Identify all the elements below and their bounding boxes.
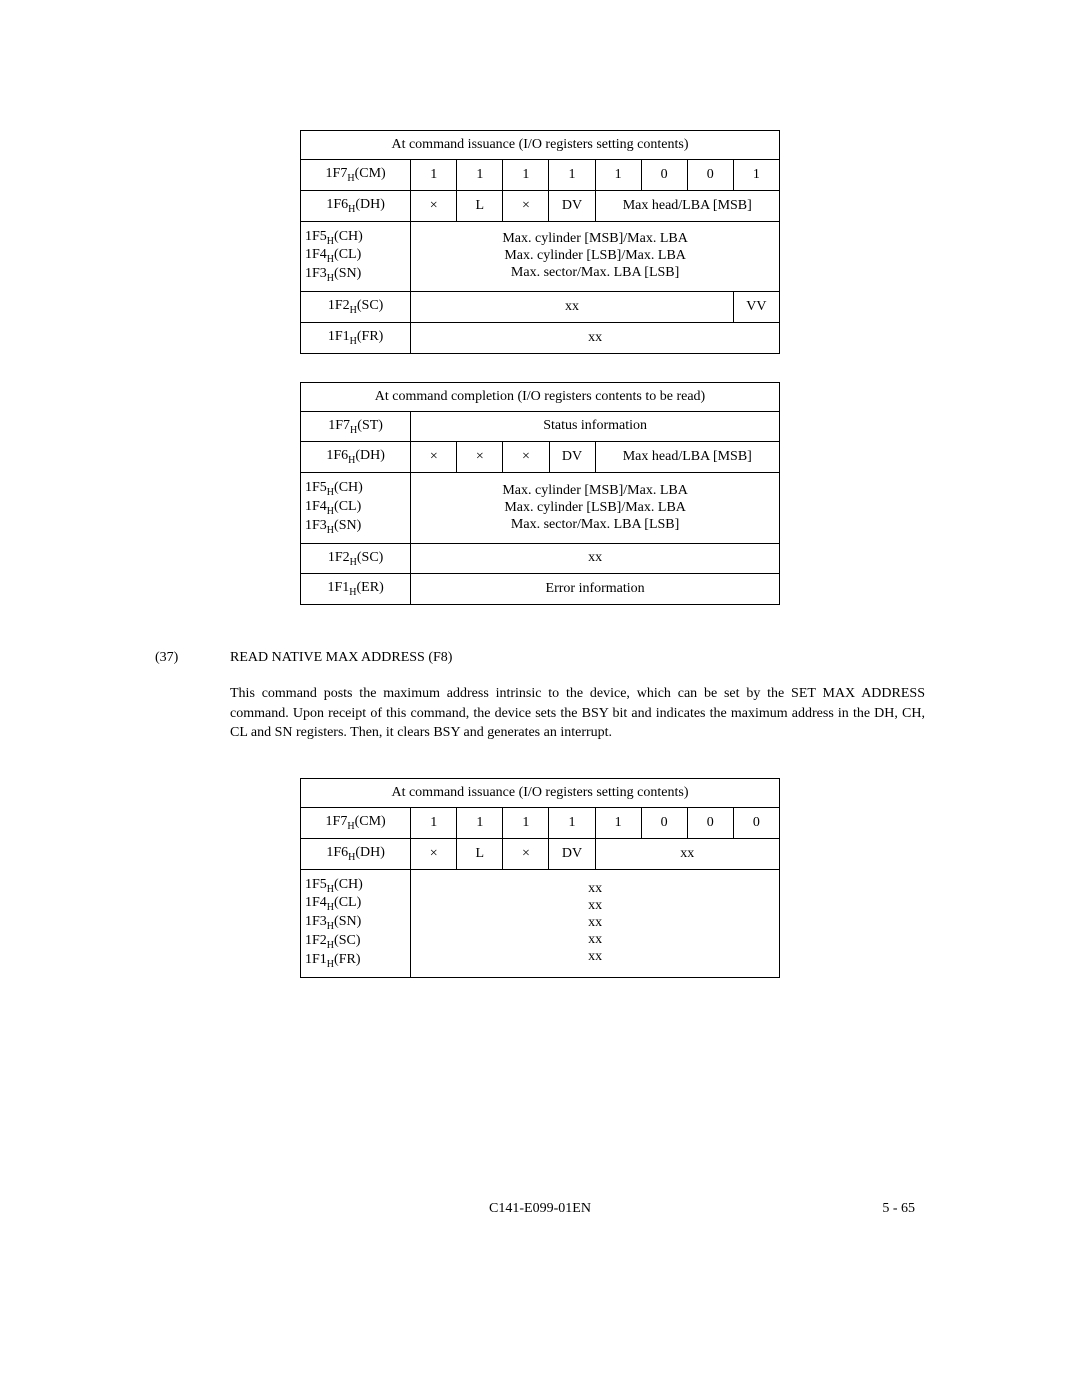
- t2-r1-v: Status information: [411, 411, 780, 442]
- t1-r5-label: 1F1H(FR): [301, 322, 411, 353]
- t1-r1-b2: 0: [641, 160, 687, 191]
- t3-r1-b7: 1: [411, 807, 457, 838]
- t1-r2-c3: DV: [549, 190, 595, 221]
- t3-r2-c2: ×: [503, 838, 549, 869]
- t3-r2-c1: L: [457, 838, 503, 869]
- t3-r2-label: 1F6H(DH): [301, 838, 411, 869]
- t2-r2-c0: ×: [411, 442, 457, 473]
- t1-r1-b1: 0: [687, 160, 733, 191]
- t2-r2-label: 1F6H(DH): [301, 442, 411, 473]
- t3-r1-b1: 0: [687, 807, 733, 838]
- t1-r3-value: Max. cylinder [MSB]/Max. LBA Max. cylind…: [411, 221, 780, 291]
- section-number: (37): [155, 650, 230, 666]
- t1-r1-b6: 1: [457, 160, 503, 191]
- t1-r2-c0: ×: [411, 190, 457, 221]
- t1-r1-b5: 1: [503, 160, 549, 191]
- t1-r5-v: xx: [411, 322, 780, 353]
- t1-r1-b7: 1: [411, 160, 457, 191]
- t1-r2-c2: ×: [503, 190, 549, 221]
- t2-r2-c2: ×: [503, 442, 549, 473]
- t1-r2-rest: Max head/LBA [MSB]: [595, 190, 779, 221]
- t2-r5-v: Error information: [411, 574, 780, 605]
- footer-page-number: 5 - 65: [882, 1201, 915, 1217]
- t1-r4-label: 1F2H(SC): [301, 291, 411, 322]
- t3-r1-b0: 0: [733, 807, 779, 838]
- t3-r1-b4: 1: [549, 807, 595, 838]
- t3-r1-label: 1F7H(CM): [301, 807, 411, 838]
- t3-r3-value: xx xx xx xx xx: [411, 869, 780, 977]
- t1-r2-c1: L: [457, 190, 503, 221]
- t3-r1-b3: 1: [595, 807, 641, 838]
- t3-r2-rest: xx: [595, 838, 779, 869]
- t2-r2-rest: Max head/LBA [MSB]: [595, 442, 779, 473]
- t2-r5-label: 1F1H(ER): [301, 574, 411, 605]
- t2-r4-label: 1F2H(SC): [301, 543, 411, 574]
- footer-center: C141-E099-01EN: [0, 1201, 1080, 1217]
- t1-r1-b4: 1: [549, 160, 595, 191]
- t1-r2-label: 1F6H(DH): [301, 190, 411, 221]
- table-command-issuance-2: At command issuance (I/O registers setti…: [300, 778, 780, 978]
- t1-r1-b0: 1: [733, 160, 779, 191]
- t2-r1-label: 1F7H(ST): [301, 411, 411, 442]
- t1-r1-label: 1F7H(CM): [301, 160, 411, 191]
- t3-r2-c3: DV: [549, 838, 595, 869]
- section-title: READ NATIVE MAX ADDRESS (F8): [230, 650, 925, 666]
- t3-r3-label: 1F5H(CH) 1F4H(CL) 1F3H(SN) 1F2H(SC) 1F1H…: [301, 869, 411, 977]
- t1-r4-v1: xx: [411, 291, 734, 322]
- t3-r1-b2: 0: [641, 807, 687, 838]
- table2-title: At command completion (I/O registers con…: [301, 382, 780, 411]
- t2-r4-v: xx: [411, 543, 780, 574]
- table-command-completion: At command completion (I/O registers con…: [300, 382, 780, 606]
- table3-title: At command issuance (I/O registers setti…: [301, 778, 780, 807]
- t3-r1-b5: 1: [503, 807, 549, 838]
- table-command-issuance-1: At command issuance (I/O registers setti…: [300, 130, 780, 354]
- t2-r2-c3: DV: [549, 442, 595, 473]
- t1-r3-label: 1F5H(CH) 1F4H(CL) 1F3H(SN): [301, 221, 411, 291]
- t2-r2-c1: ×: [457, 442, 503, 473]
- t2-r3-value: Max. cylinder [MSB]/Max. LBA Max. cylind…: [411, 473, 780, 543]
- table1-title: At command issuance (I/O registers setti…: [301, 131, 780, 160]
- t2-r3-label: 1F5H(CH) 1F4H(CL) 1F3H(SN): [301, 473, 411, 543]
- t3-r1-b6: 1: [457, 807, 503, 838]
- section-paragraph: This command posts the maximum address i…: [230, 684, 925, 743]
- t3-r2-c0: ×: [411, 838, 457, 869]
- t1-r4-v2: VV: [733, 291, 779, 322]
- t1-r1-b3: 1: [595, 160, 641, 191]
